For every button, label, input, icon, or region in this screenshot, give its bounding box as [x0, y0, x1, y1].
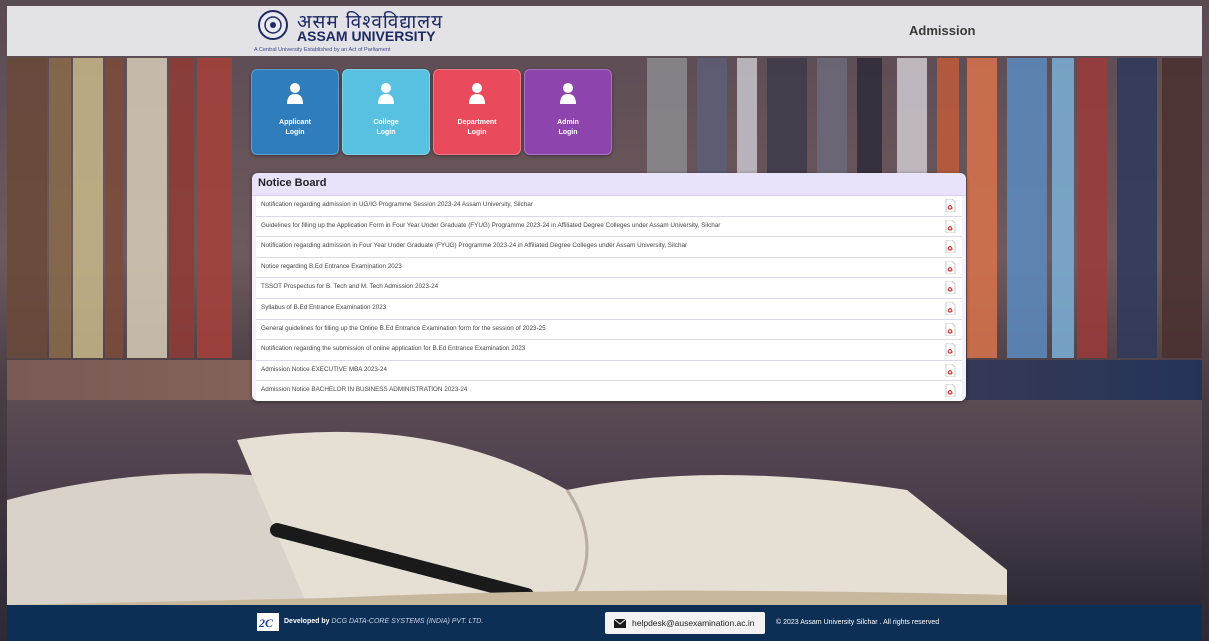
logo-tagline: A Central University Established by an A… [254, 47, 391, 53]
developer-company: DCG DATA-CORE SYSTEMS (INDIA) PVT. LTD. [331, 618, 484, 625]
header: असम विश्वविद्यालय ASSAM UNIVERSITY A Cen… [7, 6, 1202, 56]
footer: 2C Developed by DCG DATA-CORE SYSTEMS (I… [7, 605, 1202, 641]
user-icon [378, 83, 394, 104]
page-title: Admission [909, 23, 976, 38]
user-icon [560, 83, 576, 104]
pdf-icon[interactable] [945, 363, 956, 377]
applicant-login-button[interactable]: Applicant Login [251, 69, 339, 155]
notice-board-header: Notice Board [252, 173, 966, 196]
tile-label: Department Login [457, 119, 497, 136]
notice-item[interactable]: TSSOT Prospectus for B. Tech and M. Tech… [256, 278, 962, 299]
tile-label: Admin Login [557, 119, 579, 136]
svg-text:2C: 2C [258, 616, 274, 630]
open-book-image [7, 431, 1007, 605]
developed-by-label: Developed by [284, 618, 330, 625]
notice-link[interactable]: General guidelines for filling up the On… [261, 325, 546, 332]
notice-link[interactable]: Notification regarding admission in Four… [261, 242, 687, 249]
notice-board-title: Notice Board [258, 177, 327, 189]
copyright-text: © 2023 Assam University Silchar . All ri… [776, 619, 940, 626]
dcg-logo-icon: 2C [257, 613, 279, 631]
pdf-icon[interactable] [945, 343, 956, 357]
notice-link[interactable]: Guidelines for filling up the Applicatio… [261, 222, 720, 229]
helpdesk-email-button[interactable]: helpdesk@ausexamination.ac.in [605, 612, 765, 634]
notice-link[interactable]: Notification regarding admission in UG/I… [261, 201, 533, 208]
tile-label: Applicant Login [279, 119, 311, 136]
pdf-icon[interactable] [945, 240, 956, 254]
pdf-icon[interactable] [945, 219, 956, 233]
notice-link[interactable]: Notice regarding B.Ed Entrance Examinati… [261, 263, 402, 270]
notice-item[interactable]: Guidelines for filling up the Applicatio… [256, 216, 962, 238]
pdf-icon[interactable] [945, 260, 956, 274]
notice-link[interactable]: Syllabus of B.Ed Entrance Examination 20… [261, 304, 386, 311]
pdf-icon[interactable] [945, 384, 956, 398]
notice-item[interactable]: Notice regarding B.Ed Entrance Examinati… [256, 257, 962, 279]
college-login-button[interactable]: College Login [342, 69, 430, 155]
tile-label: College Login [373, 119, 399, 136]
notice-item[interactable]: General guidelines for filling up the On… [256, 319, 962, 341]
pdf-icon[interactable] [945, 199, 956, 212]
mail-icon [614, 619, 626, 628]
department-login-button[interactable]: Department Login [433, 69, 521, 155]
notice-item[interactable]: Notification regarding admission in UG/I… [256, 196, 962, 217]
notice-link[interactable]: Admission Notice BACHELOR IN BUSINESS AD… [261, 386, 467, 393]
notice-list: Notification regarding admission in UG/I… [256, 196, 962, 401]
notice-item[interactable]: Notification regarding the submission of… [256, 340, 962, 361]
notice-item[interactable]: Admission Notice EXECUTIVE MBA 2023-24 [256, 360, 962, 382]
notice-item[interactable]: Admission Notice BACHELOR IN BUSINESS AD… [256, 381, 962, 401]
notice-item[interactable]: Syllabus of B.Ed Entrance Examination 20… [256, 298, 962, 320]
helpdesk-email: helpdesk@ausexamination.ac.in [632, 618, 755, 628]
user-icon [287, 83, 303, 104]
notice-link[interactable]: Admission Notice EXECUTIVE MBA 2023-24 [261, 366, 387, 373]
notice-link[interactable]: Notification regarding the submission of… [261, 345, 525, 352]
notice-item[interactable]: Notification regarding admission in Four… [256, 237, 962, 258]
developed-by-text: Developed by DCG DATA-CORE SYSTEMS (INDI… [284, 618, 483, 625]
pdf-icon[interactable] [945, 322, 956, 336]
admin-login-button[interactable]: Admin Login [524, 69, 612, 155]
pdf-icon[interactable] [945, 301, 956, 315]
logo-english-text: ASSAM UNIVERSITY [297, 28, 436, 44]
user-icon [469, 83, 485, 104]
university-emblem-icon [258, 10, 288, 40]
notice-link[interactable]: TSSOT Prospectus for B. Tech and M. Tech… [261, 283, 438, 290]
notice-board: Notice Board Notification regarding admi… [252, 173, 966, 401]
pdf-icon[interactable] [945, 281, 956, 295]
